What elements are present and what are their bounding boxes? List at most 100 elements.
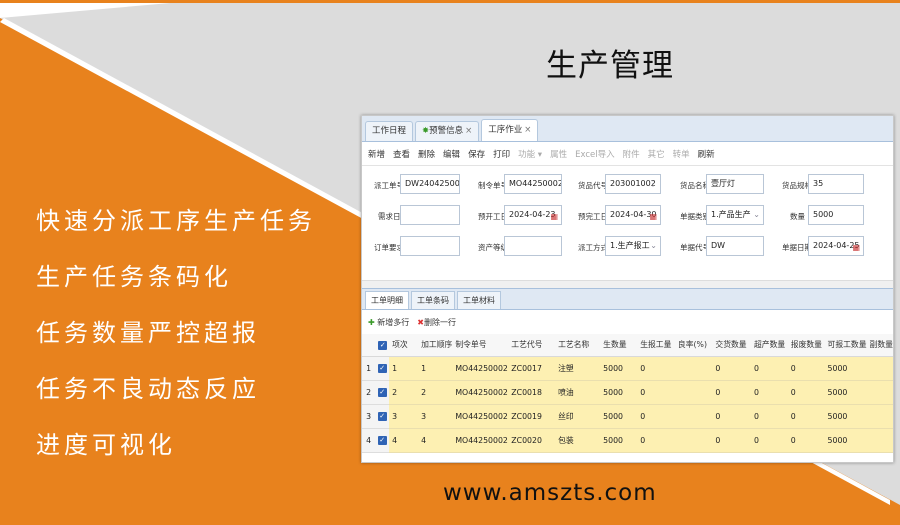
cell-mo[interactable]: MO44250002	[452, 356, 509, 381]
add-rows-button[interactable]: ✚ 新增多行	[368, 317, 409, 328]
delete-row-button[interactable]: ✖删除一行	[417, 317, 456, 328]
cell-over[interactable]: 0	[751, 404, 788, 429]
cell-delivered[interactable]: 0	[712, 404, 752, 429]
cell-available[interactable]: 5000	[824, 404, 867, 429]
attachment-button[interactable]: 附件	[623, 148, 640, 160]
doc-date-field[interactable]: 2024-04-25 ▦	[808, 236, 864, 256]
cell-delivered[interactable]: 0	[712, 380, 752, 405]
table-row[interactable]: 3 ✓ 3 3 MO44250002 ZC0019 丝印 5000 0 0 0 …	[362, 404, 893, 429]
order-req-field[interactable]	[400, 236, 460, 256]
cell-available[interactable]: 5000	[824, 356, 867, 381]
view-button[interactable]: 查看	[393, 148, 410, 160]
cell-name[interactable]: 注塑	[555, 356, 601, 381]
table-row[interactable]: 2 ✓ 2 2 MO44250002 ZC0018 喷油 5000 0 0 0 …	[362, 380, 893, 405]
product-name-field[interactable]: 壹厅灯	[706, 174, 764, 194]
tab-order-details[interactable]: 工单明细	[365, 291, 409, 309]
quantity-field[interactable]: 5000	[808, 205, 864, 225]
cell-delivered[interactable]: 0	[712, 356, 752, 381]
cell-scrap[interactable]: 0	[787, 356, 825, 381]
cell-code[interactable]: ZC0019	[508, 404, 556, 429]
properties-button[interactable]: 属性	[550, 148, 567, 160]
cell-yield[interactable]	[674, 404, 713, 429]
cell-seq[interactable]: 1	[389, 356, 419, 381]
cell-seq[interactable]: 3	[389, 404, 419, 429]
excel-import-button[interactable]: Excel导入	[575, 148, 615, 160]
cell-mo[interactable]: MO44250002	[452, 428, 509, 453]
tab-work-schedule[interactable]: 工作日程	[365, 121, 414, 141]
cell-order[interactable]: 4	[418, 428, 453, 453]
dispatch-no-field[interactable]: DW2404250001	[400, 174, 460, 194]
required-date-field[interactable]	[400, 205, 460, 225]
cell-reported[interactable]: 0	[637, 356, 675, 381]
cell-order[interactable]: 1	[418, 356, 453, 381]
cell-available[interactable]: 5000	[824, 428, 867, 453]
cell-yield[interactable]	[674, 356, 713, 381]
cell-qty[interactable]: 5000	[600, 428, 638, 453]
cell-name[interactable]: 包装	[555, 428, 601, 453]
transfer-button[interactable]: 转单	[673, 148, 690, 160]
calendar-icon[interactable]: ▦	[550, 208, 558, 224]
cell-yield[interactable]	[674, 428, 713, 453]
product-code-field[interactable]: 203001002 ⋮	[605, 174, 661, 194]
cell-over[interactable]: 0	[751, 428, 788, 453]
doc-type-select[interactable]: 1.产品生产 ⌄	[706, 205, 764, 225]
save-button[interactable]: 保存	[468, 148, 485, 160]
cell-sub[interactable]	[866, 404, 893, 429]
unit-code-field[interactable]: DW	[706, 236, 764, 256]
cell-qty[interactable]: 5000	[600, 380, 638, 405]
cell-seq[interactable]: 2	[389, 380, 419, 405]
row-checkbox[interactable]: ✓	[375, 428, 390, 453]
calendar-icon[interactable]: ▦	[852, 239, 860, 255]
order-no-field[interactable]: MO44250002	[504, 174, 562, 194]
cell-seq[interactable]: 4	[389, 428, 419, 453]
more-icon[interactable]: ⋮	[649, 175, 657, 193]
close-icon[interactable]: ×	[465, 126, 472, 136]
cell-mo[interactable]: MO44250002	[452, 404, 509, 429]
cell-scrap[interactable]: 0	[787, 404, 825, 429]
cell-code[interactable]: ZC0017	[508, 356, 556, 381]
close-icon[interactable]: ×	[524, 125, 531, 135]
cell-qty[interactable]: 5000	[600, 404, 638, 429]
product-spec-field[interactable]: 35	[808, 174, 864, 194]
chevron-down-icon[interactable]: ⌄	[650, 237, 657, 255]
cell-sub[interactable]	[866, 380, 893, 405]
cell-available[interactable]: 5000	[824, 380, 867, 405]
function-menu-button[interactable]: 功能 ▾	[518, 148, 542, 160]
cell-qty[interactable]: 5000	[600, 356, 638, 381]
table-row[interactable]: 4 ✓ 4 4 MO44250002 ZC0020 包装 5000 0 0 0 …	[362, 428, 893, 453]
row-checkbox[interactable]: ✓	[375, 380, 390, 405]
planned-start-field[interactable]: 2024-04-23 ▦	[504, 205, 562, 225]
cell-order[interactable]: 3	[418, 404, 453, 429]
cell-over[interactable]: 0	[751, 380, 788, 405]
other-button[interactable]: 其它	[648, 148, 665, 160]
planned-finish-field[interactable]: 2024-04-30 ▦	[605, 205, 661, 225]
row-checkbox[interactable]: ✓	[375, 404, 390, 429]
cell-name[interactable]: 丝印	[555, 404, 601, 429]
cell-reported[interactable]: 0	[637, 380, 675, 405]
row-checkbox[interactable]: ✓	[375, 356, 390, 381]
select-all-checkbox[interactable]: ✓	[375, 334, 390, 357]
cell-order[interactable]: 2	[418, 380, 453, 405]
cell-scrap[interactable]: 0	[787, 428, 825, 453]
table-row[interactable]: 1 ✓ 1 1 MO44250002 ZC0017 注塑 5000 0 0 0 …	[362, 356, 893, 381]
cell-reported[interactable]: 0	[637, 428, 675, 453]
cell-name[interactable]: 喷油	[555, 380, 601, 405]
tab-order-materials[interactable]: 工单材料	[457, 291, 501, 309]
calendar-icon[interactable]: ▦	[649, 208, 657, 224]
tab-process-job[interactable]: 工序作业 ×	[481, 119, 539, 141]
capacity-field[interactable]	[504, 236, 562, 256]
cell-over[interactable]: 0	[751, 356, 788, 381]
print-button[interactable]: 打印	[493, 148, 510, 160]
cell-code[interactable]: ZC0020	[508, 428, 556, 453]
delete-button[interactable]: 删除	[418, 148, 435, 160]
chevron-down-icon[interactable]: ⌄	[753, 206, 760, 224]
edit-button[interactable]: 编辑	[443, 148, 460, 160]
cell-scrap[interactable]: 0	[787, 380, 825, 405]
refresh-button[interactable]: 刷新	[698, 148, 715, 160]
tab-order-barcodes[interactable]: 工单条码	[411, 291, 455, 309]
cell-delivered[interactable]: 0	[712, 428, 752, 453]
cell-yield[interactable]	[674, 380, 713, 405]
cell-sub[interactable]	[866, 356, 893, 381]
tab-alerts[interactable]: ✸预警信息 ×	[415, 121, 480, 141]
cell-reported[interactable]: 0	[637, 404, 675, 429]
